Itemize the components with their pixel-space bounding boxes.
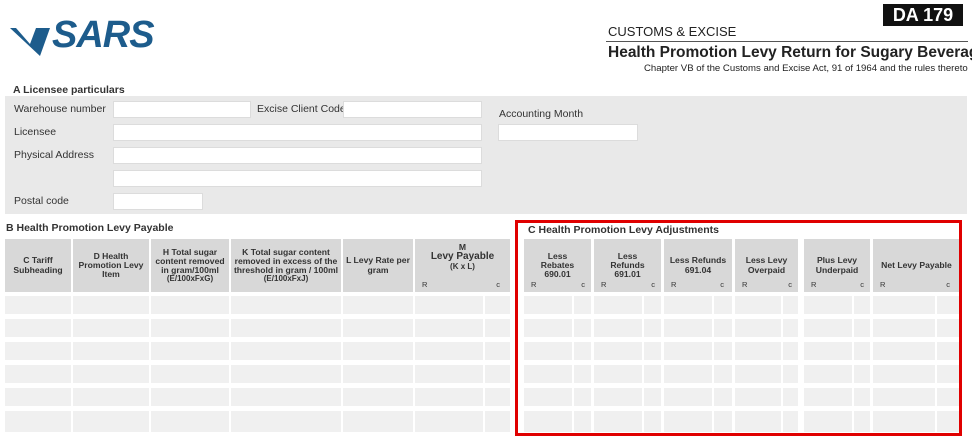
table-cell[interactable] (485, 296, 510, 314)
table-cell[interactable] (231, 342, 341, 360)
table-cell[interactable] (343, 342, 413, 360)
table-cell[interactable] (73, 319, 149, 337)
table-cell[interactable] (485, 388, 510, 406)
table-cell[interactable] (5, 319, 71, 337)
table-cell[interactable] (5, 411, 71, 432)
table-cell[interactable] (73, 365, 149, 383)
adjustments-highlight-box (515, 220, 962, 436)
table-cell[interactable] (415, 319, 483, 337)
table-cell[interactable] (343, 296, 413, 314)
table-cell[interactable] (73, 342, 149, 360)
table-cell[interactable] (5, 342, 71, 360)
table-cell[interactable] (415, 296, 483, 314)
table-cell[interactable] (151, 411, 229, 432)
table-cell[interactable] (231, 388, 341, 406)
table-cell[interactable] (231, 296, 341, 314)
table-cell[interactable] (151, 388, 229, 406)
table-cell[interactable] (73, 411, 149, 432)
table-cell[interactable] (343, 388, 413, 406)
table-cell[interactable] (415, 411, 483, 432)
table-cell[interactable] (485, 411, 510, 432)
table-cell[interactable] (151, 319, 229, 337)
table-cell[interactable] (5, 365, 71, 383)
table-cell[interactable] (415, 342, 483, 360)
table-cell[interactable] (485, 342, 510, 360)
table-cell[interactable] (5, 296, 71, 314)
table-cell[interactable] (73, 296, 149, 314)
table-cell[interactable] (485, 365, 510, 383)
table-cell[interactable] (73, 388, 149, 406)
table-cell[interactable] (415, 388, 483, 406)
table-cell[interactable] (231, 319, 341, 337)
table-cell[interactable] (5, 388, 71, 406)
table-cell[interactable] (151, 365, 229, 383)
table-cell[interactable] (151, 342, 229, 360)
table-cell[interactable] (231, 411, 341, 432)
table-cell[interactable] (343, 319, 413, 337)
table-cell[interactable] (343, 411, 413, 432)
table-cell[interactable] (485, 319, 510, 337)
table-cell[interactable] (151, 296, 229, 314)
table-cell[interactable] (231, 365, 341, 383)
table-cell[interactable] (415, 365, 483, 383)
table-cell[interactable] (343, 365, 413, 383)
